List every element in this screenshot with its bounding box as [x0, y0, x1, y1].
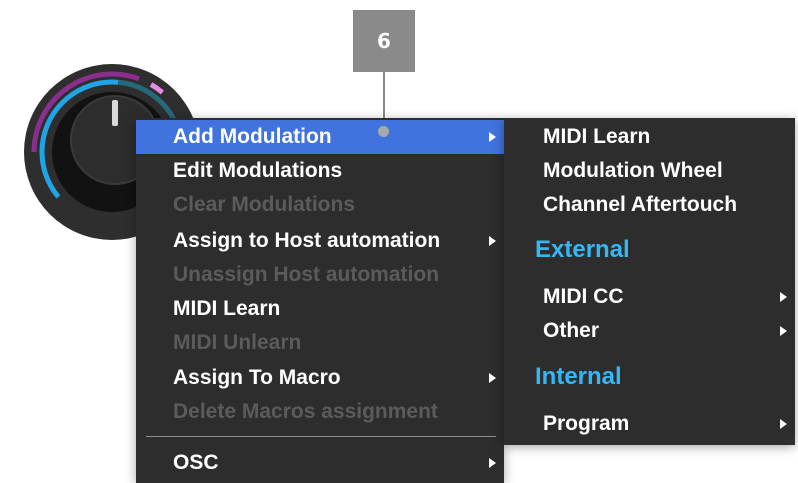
submenu-arrow-icon	[489, 132, 496, 142]
menu-item-label: Delete Macros assignment	[173, 400, 438, 423]
submenu-arrow-icon	[489, 458, 496, 468]
submenu-item-program[interactable]: Program	[504, 407, 795, 441]
submenu-arrow-icon	[780, 326, 787, 336]
menu-item-label: Unassign Host automation	[173, 263, 440, 286]
menu-item-label: Assign To Macro	[173, 366, 341, 389]
menu-item-label: OSC	[173, 451, 219, 474]
submenu-item-label: Other	[543, 319, 600, 342]
knob-indicator	[112, 100, 118, 126]
callout-number: 6	[377, 29, 391, 53]
menu-item-add-modulation[interactable]: Add Modulation	[136, 120, 504, 154]
menu-item-label: Add Modulation	[173, 125, 332, 148]
menu-item-osc[interactable]: OSC	[136, 446, 504, 480]
menu-item-midi-learn[interactable]: MIDI Learn	[136, 292, 504, 326]
menu-item-midi-unlearn: MIDI Unlearn	[136, 326, 504, 360]
submenu-item-label: MIDI CC	[543, 285, 624, 308]
submenu-item-label: Modulation Wheel	[543, 159, 723, 182]
menu-item-clear-modulations: Clear Modulations	[136, 188, 504, 222]
submenu-item-label: Program	[543, 412, 630, 435]
section-header-external: External	[535, 236, 630, 263]
callout-badge: 6	[353, 10, 415, 72]
menu-item-label: MIDI Learn	[173, 297, 281, 320]
menu-item-label: Assign to Host automation	[173, 229, 441, 252]
submenu-arrow-icon	[780, 419, 787, 429]
section-header-internal: Internal	[535, 363, 622, 390]
menu-item-edit-modulations[interactable]: Edit Modulations	[136, 154, 504, 188]
submenu-arrow-icon	[489, 236, 496, 246]
menu-separator	[146, 436, 496, 437]
callout-pointer-dot	[378, 126, 389, 137]
context-menu: Add Modulation Edit Modulations Clear Mo…	[136, 118, 504, 483]
add-modulation-submenu: MIDI Learn Modulation Wheel Channel Afte…	[504, 118, 795, 445]
menu-item-label: Clear Modulations	[173, 193, 356, 216]
menu-item-label: MIDI Unlearn	[173, 331, 302, 354]
submenu-item-label: Channel Aftertouch	[543, 193, 738, 216]
submenu-arrow-icon	[489, 373, 496, 383]
submenu-item-other[interactable]: Other	[504, 314, 795, 348]
submenu-item-modulation-wheel[interactable]: Modulation Wheel	[504, 154, 795, 188]
submenu-item-channel-aftertouch[interactable]: Channel Aftertouch	[504, 188, 795, 222]
submenu-item-midi-learn[interactable]: MIDI Learn	[504, 120, 795, 154]
menu-item-unassign-host-automation: Unassign Host automation	[136, 258, 504, 292]
submenu-item-midi-cc[interactable]: MIDI CC	[504, 280, 795, 314]
submenu-item-label: MIDI Learn	[543, 125, 651, 148]
menu-item-assign-host-automation[interactable]: Assign to Host automation	[136, 224, 504, 258]
submenu-arrow-icon	[780, 292, 787, 302]
menu-item-delete-macros-assignment: Delete Macros assignment	[136, 395, 504, 429]
menu-item-label: Edit Modulations	[173, 159, 343, 182]
menu-item-assign-to-macro[interactable]: Assign To Macro	[136, 361, 504, 395]
